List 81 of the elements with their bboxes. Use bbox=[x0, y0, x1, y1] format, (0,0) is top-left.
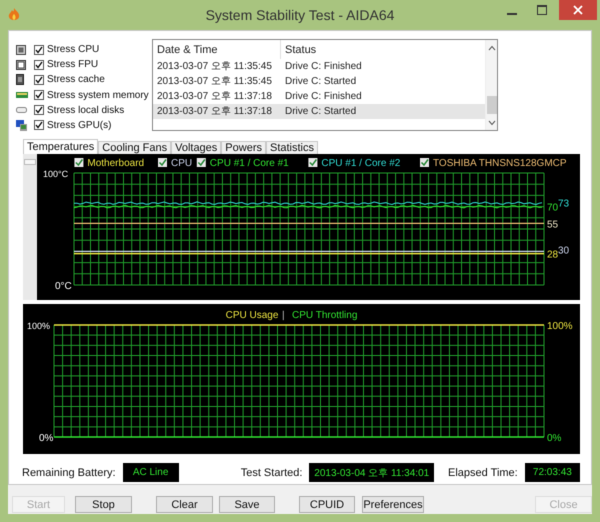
close-icon bbox=[573, 5, 583, 15]
chip-icon bbox=[16, 60, 26, 70]
scroll-thumb[interactable] bbox=[486, 96, 496, 114]
status-value: 2013-03-04 오후 11:34:01 bbox=[309, 463, 434, 482]
checkbox-label: Stress FPU bbox=[47, 59, 98, 70]
slider-thumb[interactable] bbox=[24, 159, 36, 165]
legend-label: CPU Usage bbox=[226, 310, 278, 321]
table-cell-text: 2013-03-07 오후 11:37:18 bbox=[156, 105, 273, 119]
memory-icon bbox=[16, 92, 28, 98]
button[interactable]: Clear bbox=[156, 496, 213, 513]
legend-label: CPU Throttling bbox=[292, 310, 358, 321]
column-header[interactable]: Date & Time bbox=[153, 40, 281, 59]
temperature-reading: 30 bbox=[558, 246, 570, 257]
maximize-icon bbox=[537, 5, 547, 15]
axis-label: 0°C bbox=[55, 281, 72, 292]
legend-checkbox[interactable] bbox=[158, 158, 167, 167]
legend-label: CPU #1 / Core #2 bbox=[321, 158, 400, 169]
status-label: Elapsed Time: bbox=[448, 466, 518, 478]
axis-label: 100°C bbox=[43, 169, 68, 179]
tab[interactable]: Temperatures bbox=[23, 139, 98, 154]
axis-label: 100% bbox=[27, 321, 50, 331]
table-cell-text: Drive C: Finished bbox=[284, 90, 363, 104]
legend-checkbox[interactable] bbox=[74, 158, 84, 167]
window-title: System Stability Test - AIDA64 bbox=[206, 7, 394, 23]
temperature-reading: 70 bbox=[547, 202, 558, 214]
chip-icon bbox=[16, 44, 26, 55]
status-value: 72:03:43 bbox=[524, 463, 580, 482]
checkbox[interactable] bbox=[34, 90, 44, 100]
scrollbar[interactable] bbox=[485, 40, 497, 130]
status-value: AC Line bbox=[122, 463, 179, 482]
close-button[interactable] bbox=[559, 0, 597, 20]
table-cell-text: 2013-03-07 오후 11:35:45 bbox=[156, 75, 273, 89]
button[interactable]: Preferences bbox=[362, 496, 424, 513]
checkbox-label: Stress system memory bbox=[47, 90, 149, 101]
temperature-reading: 28 bbox=[547, 250, 558, 261]
table-cell-text: Drive C: Finished bbox=[284, 60, 363, 74]
legend-checkbox[interactable] bbox=[420, 158, 429, 167]
checkbox[interactable] bbox=[34, 74, 44, 85]
tab[interactable]: Cooling Fans bbox=[98, 141, 172, 154]
tab[interactable]: Statistics bbox=[266, 141, 318, 154]
checkbox[interactable] bbox=[34, 60, 44, 70]
table-cell-text: 2013-03-07 오후 11:37:18 bbox=[156, 90, 273, 104]
legend-checkbox[interactable] bbox=[196, 158, 206, 167]
log-row[interactable]: 2013-03-07 오후 11:37:18 Drive C: Finished bbox=[153, 89, 485, 104]
checkbox-label: Stress GPU(s) bbox=[47, 120, 112, 131]
temperature-reading: 55 bbox=[547, 219, 558, 230]
legend-label: CPU #1 / Core #1 bbox=[210, 158, 289, 169]
legend-label: Motherboard bbox=[87, 158, 144, 169]
legend-label: CPU bbox=[171, 158, 192, 169]
status-label: Remaining Battery: bbox=[22, 466, 116, 478]
checkbox[interactable] bbox=[34, 120, 44, 130]
checkbox-label: Stress CPU bbox=[47, 44, 100, 56]
table-cell-text: Drive C: Started bbox=[284, 75, 358, 89]
legend-checkbox[interactable] bbox=[308, 158, 318, 167]
checkbox[interactable] bbox=[34, 44, 44, 55]
status-label: Test Started: bbox=[240, 466, 302, 478]
minimize-icon bbox=[507, 12, 517, 14]
log-row[interactable]: 2013-03-07 오후 11:35:45 Drive C: Finished bbox=[153, 59, 485, 74]
checkbox-label: Stress cache bbox=[47, 74, 105, 86]
tab[interactable]: Powers bbox=[221, 141, 266, 154]
chip-icon bbox=[16, 74, 24, 86]
table-cell-text: 2013-03-07 오후 11:35:45 bbox=[156, 60, 273, 74]
slider-track[interactable] bbox=[23, 154, 37, 300]
legend-label: TOSHIBA THNSNS128GMCP bbox=[433, 158, 567, 169]
button[interactable]: Save bbox=[219, 496, 275, 513]
legend-separator: | bbox=[282, 310, 285, 321]
table-cell-text: Drive C: Started bbox=[284, 105, 358, 119]
log-row[interactable]: 2013-03-07 오후 11:35:45 Drive C: Started bbox=[153, 74, 485, 89]
checkbox[interactable] bbox=[34, 105, 44, 116]
temperature-reading: 73 bbox=[558, 198, 570, 210]
flame-icon bbox=[8, 8, 20, 22]
monitor-icon bbox=[16, 120, 27, 131]
button[interactable]: CPUID bbox=[299, 496, 355, 513]
log-row[interactable]: 2013-03-07 오후 11:37:18 Drive C: Started bbox=[153, 104, 485, 119]
tab[interactable]: Voltages bbox=[171, 141, 222, 154]
button[interactable]: Stop bbox=[75, 496, 132, 513]
column-header[interactable]: Status bbox=[281, 40, 485, 59]
axis-label: 0% bbox=[547, 433, 562, 444]
checkbox-label: Stress local disks bbox=[47, 104, 124, 116]
axis-label: 100% bbox=[547, 321, 573, 332]
axis-label: 0% bbox=[39, 433, 54, 444]
